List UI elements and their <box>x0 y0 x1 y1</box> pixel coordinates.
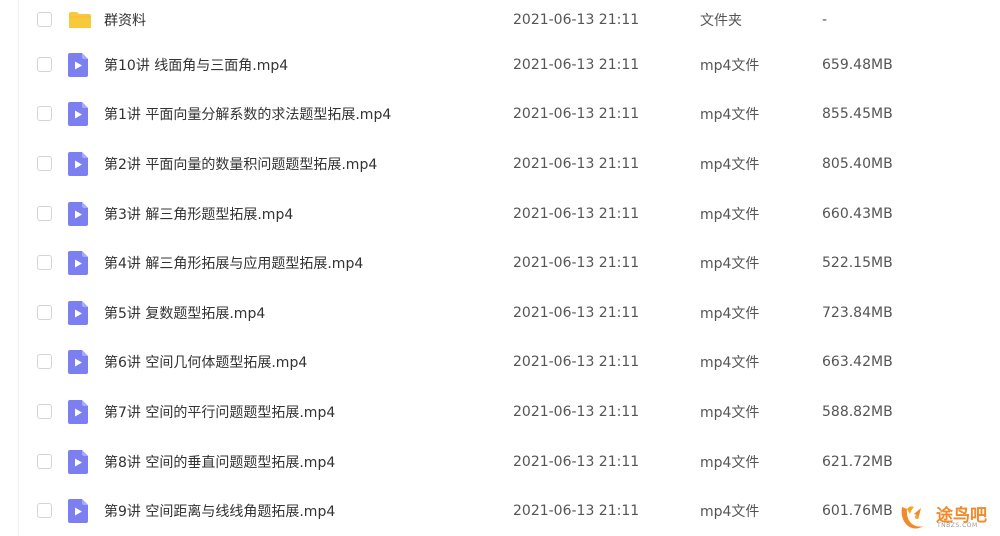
modified-date: 2021-06-13 21:11 <box>513 56 640 73</box>
list-item[interactable]: 第5讲 复数题型拓展.mp4 2021-06-13 21:11 mp4文件 72… <box>0 288 1000 338</box>
file-type: mp4文件 <box>700 256 760 273</box>
file-type: mp4文件 <box>700 107 760 124</box>
list-item[interactable]: 第8讲 空间的垂直问题题型拓展.mp4 2021-06-13 21:11 mp4… <box>0 437 1000 487</box>
list-item[interactable]: 第10讲 线面角与三面角.mp4 2021-06-13 21:11 mp4文件 … <box>0 40 1000 90</box>
row-checkbox[interactable] <box>37 155 52 171</box>
row-checkbox[interactable] <box>37 205 52 221</box>
modified-date: 2021-06-13 21:11 <box>513 304 640 321</box>
file-size: 805.40MB <box>822 155 893 172</box>
file-name[interactable]: 第5讲 复数题型拓展.mp4 <box>104 303 265 323</box>
video-file-icon <box>68 449 88 474</box>
modified-date: 2021-06-13 21:11 <box>513 12 640 28</box>
row-checkbox[interactable] <box>37 106 52 122</box>
row-checkbox[interactable] <box>37 403 52 419</box>
video-file-icon <box>68 399 88 424</box>
file-name[interactable]: 第1讲 平面向量分解系数的求法题型拓展.mp4 <box>104 104 391 124</box>
file-name[interactable]: 第8讲 空间的垂直问题题型拓展.mp4 <box>104 452 335 472</box>
modified-date: 2021-06-13 21:11 <box>513 255 640 272</box>
file-size: 621.72MB <box>822 453 893 470</box>
video-file-icon <box>68 251 88 276</box>
row-checkbox[interactable] <box>37 354 52 370</box>
watermark-logo-icon <box>901 506 924 529</box>
list-item[interactable]: 第2讲 平面向量的数量积问题题型拓展.mp4 2021-06-13 21:11 … <box>0 139 1000 189</box>
modified-date: 2021-06-13 21:11 <box>513 106 640 123</box>
file-type: mp4文件 <box>700 454 760 471</box>
video-file-icon <box>68 52 88 77</box>
file-size: 601.76MB <box>822 503 893 520</box>
file-size: 659.48MB <box>822 56 893 73</box>
file-size: 723.84MB <box>822 304 893 321</box>
file-browser: 群资料 2021-06-13 21:11 文件夹 - 第10讲 线面角与三面角.… <box>0 0 1000 536</box>
watermark: 途鸟吧 TNBZS.COM <box>898 499 998 535</box>
watermark-subtext: TNBZS.COM <box>937 522 978 529</box>
row-checkbox[interactable] <box>37 56 52 72</box>
file-size: - <box>822 12 828 28</box>
video-file-icon <box>68 499 88 524</box>
list-item[interactable]: 第9讲 空间距离与线线角题拓展.mp4 2021-06-13 21:11 mp4… <box>0 486 1000 536</box>
list-item[interactable]: 第6讲 空间几何体题型拓展.mp4 2021-06-13 21:11 mp4文件… <box>0 338 1000 388</box>
file-size: 663.42MB <box>822 354 893 371</box>
row-checkbox[interactable] <box>37 255 52 271</box>
file-name[interactable]: 第10讲 线面角与三面角.mp4 <box>104 55 288 75</box>
file-name[interactable]: 群资料 <box>104 10 146 30</box>
file-type: mp4文件 <box>700 355 760 372</box>
list-item[interactable]: 第3讲 解三角形题型拓展.mp4 2021-06-13 21:11 mp4文件 … <box>0 189 1000 239</box>
file-size: 855.45MB <box>822 106 893 123</box>
file-size: 588.82MB <box>822 403 893 420</box>
file-size: 660.43MB <box>822 205 893 222</box>
video-file-icon <box>68 102 88 127</box>
row-checkbox[interactable] <box>37 304 52 320</box>
modified-date: 2021-06-13 21:11 <box>513 354 640 371</box>
file-type: mp4文件 <box>700 206 760 223</box>
file-name[interactable]: 第3讲 解三角形题型拓展.mp4 <box>104 204 293 224</box>
file-name[interactable]: 第2讲 平面向量的数量积问题题型拓展.mp4 <box>104 154 377 174</box>
modified-date: 2021-06-13 21:11 <box>513 403 640 420</box>
file-type: mp4文件 <box>700 57 760 74</box>
modified-date: 2021-06-13 21:11 <box>513 453 640 470</box>
modified-date: 2021-06-13 21:11 <box>513 503 640 520</box>
list-item[interactable]: 第7讲 空间的平行问题题型拓展.mp4 2021-06-13 21:11 mp4… <box>0 387 1000 437</box>
video-file-icon <box>68 300 88 325</box>
modified-date: 2021-06-13 21:11 <box>513 205 640 222</box>
modified-date: 2021-06-13 21:11 <box>513 155 640 172</box>
list-item[interactable]: 群资料 2021-06-13 21:11 文件夹 - <box>0 0 1000 40</box>
list-item[interactable]: 第1讲 平面向量分解系数的求法题型拓展.mp4 2021-06-13 21:11… <box>0 90 1000 140</box>
video-file-icon <box>68 350 88 375</box>
file-name[interactable]: 第9讲 空间距离与线线角题拓展.mp4 <box>104 501 335 521</box>
video-file-icon <box>68 201 88 226</box>
folder-icon <box>69 12 91 28</box>
file-name[interactable]: 第6讲 空间几何体题型拓展.mp4 <box>104 352 307 372</box>
list-item[interactable]: 第4讲 解三角形拓展与应用题型拓展.mp4 2021-06-13 21:11 m… <box>0 238 1000 288</box>
file-type: mp4文件 <box>700 156 760 173</box>
row-checkbox[interactable] <box>37 12 52 27</box>
row-checkbox[interactable] <box>37 503 52 519</box>
file-name[interactable]: 第4讲 解三角形拓展与应用题型拓展.mp4 <box>104 253 363 273</box>
file-type: mp4文件 <box>700 504 760 521</box>
file-type: mp4文件 <box>700 404 760 421</box>
file-size: 522.15MB <box>822 255 893 272</box>
file-name[interactable]: 第7讲 空间的平行问题题型拓展.mp4 <box>104 402 335 422</box>
file-type: mp4文件 <box>700 305 760 322</box>
video-file-icon <box>68 151 88 176</box>
file-list: 群资料 2021-06-13 21:11 文件夹 - 第10讲 线面角与三面角.… <box>0 0 1000 536</box>
row-checkbox[interactable] <box>37 453 52 469</box>
file-type: 文件夹 <box>700 13 742 29</box>
